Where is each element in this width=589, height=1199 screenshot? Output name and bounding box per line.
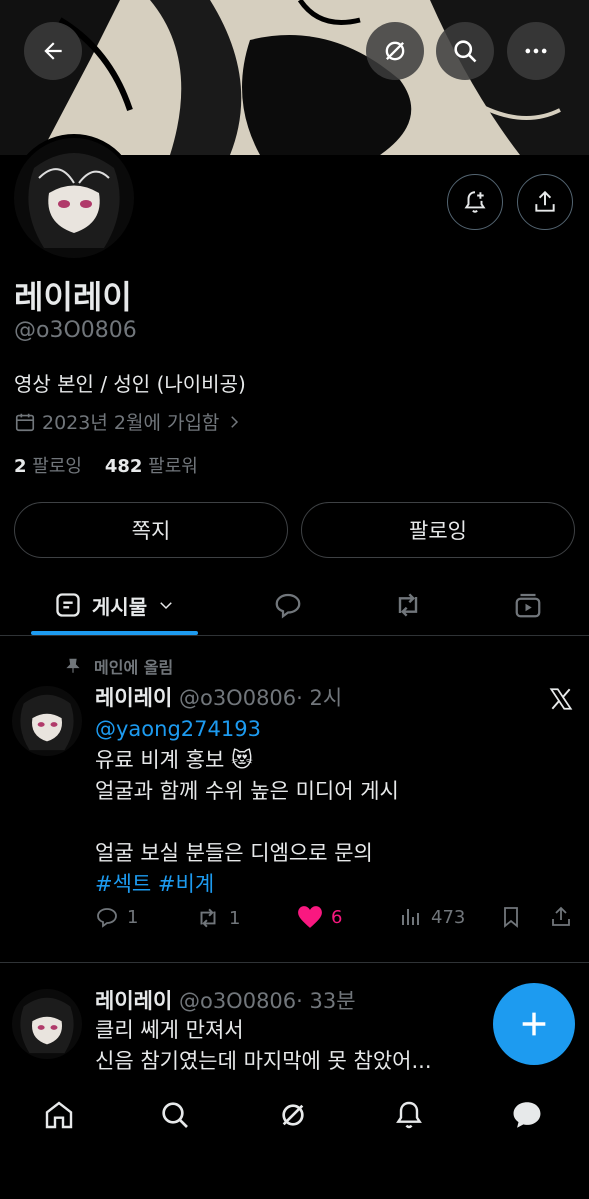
grok-button[interactable] bbox=[366, 22, 424, 80]
like-count: 6 bbox=[331, 906, 343, 928]
post-line-3: 얼굴 보실 분들은 디엠으로 문의 bbox=[95, 841, 373, 865]
search-icon bbox=[162, 1102, 188, 1128]
pinned-label: 메인에 올림 bbox=[94, 658, 174, 677]
bell-icon bbox=[396, 1101, 422, 1129]
more-button[interactable] bbox=[507, 22, 565, 80]
chat-bubble-icon bbox=[513, 1102, 541, 1128]
post-line-2: 신음 참기였는데 마지막에 못 참았어... bbox=[95, 1049, 432, 1073]
avatar-artwork bbox=[12, 686, 82, 756]
repost-icon bbox=[200, 908, 216, 928]
post-line-1: 클리 쎄게 만져서 bbox=[95, 1018, 244, 1042]
plus-icon bbox=[522, 1012, 546, 1036]
arrow-left-icon bbox=[44, 42, 62, 60]
profile-banner[interactable] bbox=[0, 0, 589, 155]
profile-handle: @o3O0806 bbox=[14, 318, 137, 343]
post-author-name: 레이레이 bbox=[95, 989, 173, 1013]
views-count: 473 bbox=[431, 906, 466, 928]
post-author-handle: @o3O0806 bbox=[178, 989, 297, 1013]
following-label: 팔로잉 bbox=[32, 456, 82, 477]
post-line-2: 얼굴과 함께 수위 높은 미디어 게시 bbox=[95, 779, 399, 803]
heart-filled-icon bbox=[298, 906, 322, 928]
post-author-name: 레이레이 bbox=[95, 686, 173, 710]
profile-tabs: 게시물 bbox=[0, 575, 589, 636]
post-line-1: 유료 비계 홍보 😻 bbox=[95, 748, 253, 772]
reply-icon bbox=[275, 593, 301, 619]
post-body: @yaong274193 유료 비계 홍보 😻 얼굴과 함께 수위 높은 미디어… bbox=[95, 714, 565, 900]
message-button[interactable]: 쪽지 bbox=[14, 502, 288, 558]
x-logo-icon bbox=[549, 688, 573, 710]
notify-button[interactable] bbox=[447, 174, 503, 230]
nav-notifications[interactable] bbox=[389, 1095, 429, 1135]
profile-avatar[interactable] bbox=[10, 134, 138, 262]
share-profile-button[interactable] bbox=[517, 174, 573, 230]
post-time: · 2시 bbox=[296, 686, 343, 710]
posts-icon bbox=[56, 593, 80, 617]
repost-action[interactable]: 1 bbox=[195, 905, 240, 931]
views-icon bbox=[402, 909, 419, 925]
search-button[interactable] bbox=[436, 22, 494, 80]
post-hashtags[interactable]: #섹트 #비계 bbox=[95, 869, 565, 900]
compose-button[interactable] bbox=[493, 983, 575, 1065]
post-author-handle: @o3O0806 bbox=[178, 686, 297, 710]
joined-text: 2023년 2월에 가입함 bbox=[42, 412, 220, 434]
repost-icon bbox=[398, 593, 418, 617]
views-action[interactable]: 473 bbox=[399, 905, 465, 929]
nav-grok[interactable] bbox=[273, 1095, 313, 1135]
followers-link[interactable]: 482 팔로워 bbox=[105, 456, 198, 477]
post-mention[interactable]: @yaong274193 bbox=[95, 714, 565, 745]
bookmark-action[interactable] bbox=[499, 905, 523, 929]
tab-posts-label: 게시물 bbox=[91, 594, 148, 619]
followers-label: 팔로워 bbox=[148, 456, 198, 477]
followers-count: 482 bbox=[104, 456, 143, 477]
media-icon bbox=[515, 593, 541, 618]
repost-count: 1 bbox=[229, 907, 241, 929]
search-icon bbox=[454, 40, 477, 63]
grok-icon bbox=[385, 41, 405, 61]
profile-name: 레이레이 bbox=[14, 278, 132, 316]
bookmark-icon bbox=[504, 907, 518, 928]
nav-home[interactable] bbox=[39, 1095, 79, 1135]
tab-posts[interactable]: 게시물 bbox=[31, 575, 198, 635]
reply-icon bbox=[97, 908, 117, 928]
active-tab-indicator bbox=[31, 631, 198, 635]
avatar-artwork bbox=[14, 138, 134, 258]
following-button[interactable]: 팔로잉 bbox=[301, 502, 575, 558]
profile-bio: 영상 본인 / 성인 (나이비공) bbox=[14, 372, 246, 396]
back-button[interactable] bbox=[24, 22, 82, 80]
share-icon bbox=[552, 906, 570, 926]
calendar-icon bbox=[15, 413, 35, 431]
bell-plus-icon bbox=[464, 191, 486, 213]
following-count: 2 bbox=[14, 456, 27, 477]
chevron-right-icon bbox=[231, 415, 239, 428]
chevron-down-icon bbox=[160, 602, 172, 610]
post-avatar[interactable] bbox=[12, 686, 82, 756]
tab-replies[interactable] bbox=[258, 575, 318, 635]
following-link[interactable]: 2 팔로잉 bbox=[14, 456, 82, 477]
pinned-indicator: 메인에 올림 bbox=[64, 654, 173, 678]
home-icon bbox=[45, 1101, 73, 1129]
post-header: 레이레이 @o3O0806· 2시 bbox=[95, 682, 342, 712]
more-icon bbox=[525, 48, 547, 54]
banner-artwork bbox=[0, 0, 589, 155]
reply-count: 1 bbox=[127, 906, 139, 928]
share-action[interactable] bbox=[549, 905, 573, 929]
tab-media[interactable] bbox=[498, 575, 558, 635]
post-header: 레이레이 @o3O0806· 33분 bbox=[95, 985, 356, 1015]
post-body: 클리 쎄게 만져서 신음 참기였는데 마지막에 못 참았어... bbox=[95, 1015, 495, 1077]
share-icon bbox=[535, 190, 555, 212]
like-action[interactable]: 6 bbox=[297, 905, 342, 929]
profile-joined[interactable]: 2023년 2월에 가입함 bbox=[14, 408, 243, 435]
reply-action[interactable]: 1 bbox=[95, 905, 138, 929]
bottom-nav bbox=[0, 1080, 589, 1150]
nav-search[interactable] bbox=[155, 1095, 195, 1135]
follow-stats: 2 팔로잉 482 팔로워 bbox=[14, 452, 198, 478]
post-time: · 33분 bbox=[296, 989, 356, 1013]
post-actions: 1 1 6 473 bbox=[95, 905, 585, 935]
nav-messages[interactable] bbox=[507, 1095, 547, 1135]
tab-reposts[interactable] bbox=[378, 575, 438, 635]
grok-icon bbox=[282, 1104, 304, 1126]
avatar-artwork bbox=[12, 989, 82, 1059]
post-avatar[interactable] bbox=[12, 989, 82, 1059]
pin-icon bbox=[66, 658, 80, 673]
